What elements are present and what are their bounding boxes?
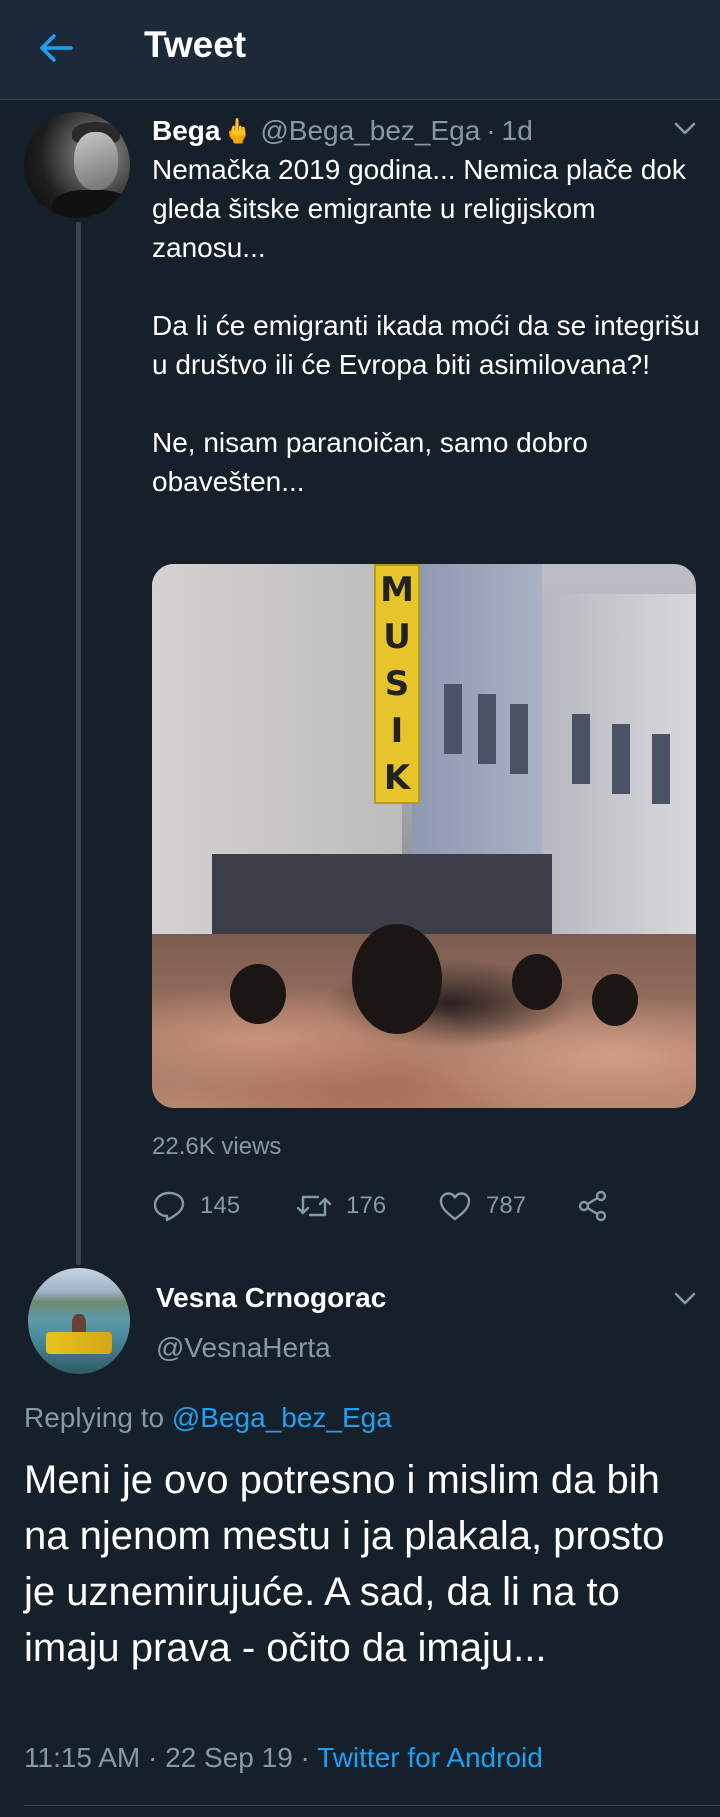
share-button[interactable] (576, 1186, 610, 1226)
tweet-metadata: 11:15 AM · 22 Sep 19 · Twitter for Andro… (24, 1742, 543, 1774)
tweet-text: Nemačka 2019 godina... Nemica plače dok … (152, 154, 700, 497)
heart-icon (439, 1192, 471, 1221)
tweet-time-ago: 1d (501, 115, 533, 146)
author-name[interactable]: Bega (152, 115, 220, 147)
tweet-video-thumbnail[interactable]: M U S I K (152, 564, 696, 1108)
retweet-button[interactable]: 176 (296, 1186, 386, 1226)
view-count: 22.6K views (152, 1133, 282, 1160)
reply-button[interactable]: 145 (152, 1186, 240, 1226)
reply-author-handle[interactable]: @VesnaHerta (156, 1332, 331, 1364)
separator-dot: · (486, 115, 496, 146)
like-count: 787 (486, 1192, 527, 1219)
tweet-timestamp: 11:15 AM · 22 Sep 19 · (24, 1742, 318, 1773)
share-icon (578, 1190, 607, 1222)
page-title: Tweet (144, 24, 247, 65)
reply-options-button[interactable] (668, 1282, 702, 1316)
reply-author-name[interactable]: Vesna Crnogorac (156, 1282, 386, 1314)
divider (24, 1805, 720, 1806)
replying-to-line: Replying to @Bega_bez_Ega (24, 1402, 392, 1434)
retweet-icon (296, 1195, 332, 1217)
chevron-down-icon (674, 122, 696, 135)
like-button[interactable]: 787 (438, 1186, 526, 1226)
chevron-down-icon (674, 1292, 696, 1305)
top-app-bar: Tweet (0, 0, 720, 100)
author-avatar[interactable] (24, 112, 130, 218)
client-source-link[interactable]: Twitter for Android (317, 1742, 543, 1773)
tweet-action-bar: 145 176 787 (152, 1186, 672, 1226)
reply-author-avatar[interactable] (28, 1268, 130, 1374)
replying-to-label: Replying to (24, 1402, 172, 1433)
author-handle[interactable]: @Bega_bez_Ega (260, 115, 480, 147)
thread-connector-line (76, 222, 81, 1265)
tweet-header: Bega 🖕 @Bega_bez_Ega · 1d (152, 112, 533, 150)
store-sign: M U S I K (374, 564, 420, 804)
retweet-count: 176 (346, 1192, 387, 1219)
reply-count: 145 (200, 1192, 241, 1219)
author-name-emoji: 🖕 (222, 117, 253, 145)
tweet-options-button[interactable] (668, 112, 702, 146)
reply-icon (153, 1191, 185, 1222)
replying-to-link[interactable]: @Bega_bez_Ega (172, 1402, 392, 1433)
arrow-left-icon (40, 34, 73, 62)
back-button[interactable] (30, 22, 82, 74)
reply-text: Meni je ovo potresno i mislim da bih na … (24, 1458, 665, 1670)
